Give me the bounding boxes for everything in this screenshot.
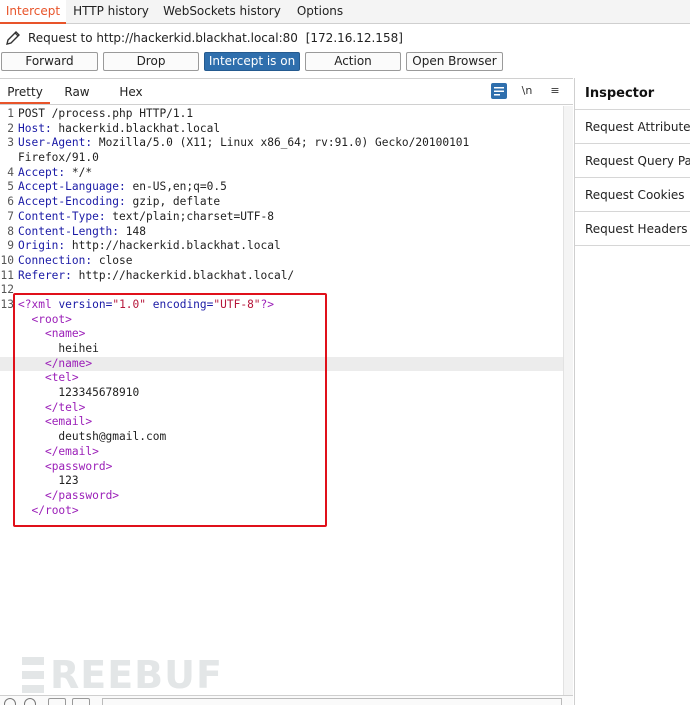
inspector-panel: Inspector Request Attributes Request Que… bbox=[574, 78, 690, 705]
line-content: Content-Type: text/plain;charset=UTF-8 bbox=[18, 209, 274, 223]
line-content: Firefox/91.0 bbox=[18, 151, 99, 165]
request-url: Request to http://hackerkid.blackhat.loc… bbox=[28, 31, 298, 45]
tab-hex[interactable]: Hex bbox=[106, 80, 156, 104]
line-content: Accept-Encoding: gzip, deflate bbox=[18, 195, 221, 209]
line-number: 4 bbox=[7, 165, 14, 179]
line-number: 9 bbox=[7, 239, 14, 253]
previous-match-button[interactable] bbox=[48, 698, 66, 705]
tab-websockets-history[interactable]: WebSockets history bbox=[156, 0, 288, 24]
line-number: 6 bbox=[7, 195, 14, 209]
intercept-toggle-button[interactable]: Intercept is on bbox=[204, 52, 300, 71]
editor-scrollbar[interactable] bbox=[563, 106, 573, 695]
forward-button[interactable]: Forward bbox=[1, 52, 98, 71]
editor-icons: \n ≡ bbox=[491, 83, 563, 99]
code-line: Firefox/91.0 bbox=[0, 151, 563, 166]
menu-icon[interactable]: ≡ bbox=[547, 83, 563, 99]
code-line: 4 Accept: */* bbox=[0, 166, 563, 181]
code-line: 1 POST /process.php HTTP/1.1 bbox=[0, 107, 563, 122]
code-line: 10 Connection: close bbox=[0, 254, 563, 269]
code-line: 7 Content-Type: text/plain;charset=UTF-8 bbox=[0, 210, 563, 225]
line-number: 12 bbox=[0, 283, 14, 297]
inspector-request-attributes[interactable]: Request Attributes bbox=[575, 110, 690, 144]
request-target: Request to http://hackerkid.blackhat.loc… bbox=[28, 31, 403, 45]
inspector-request-cookies[interactable]: Request Cookies bbox=[575, 178, 690, 212]
inspector-request-headers[interactable]: Request Headers bbox=[575, 212, 690, 246]
line-content: Host: hackerkid.blackhat.local bbox=[18, 121, 221, 135]
line-content: Accept-Language: en-US,en;q=0.5 bbox=[18, 180, 227, 194]
line-number: 10 bbox=[0, 253, 14, 267]
code-line: 11 Referer: http://hackerkid.blackhat.loc… bbox=[0, 269, 563, 284]
tab-pretty[interactable]: Pretty bbox=[0, 80, 50, 104]
line-content: Content-Length: 148 bbox=[18, 224, 146, 238]
code-line: 8 Content-Length: 148 bbox=[0, 225, 563, 240]
line-content: Accept: */* bbox=[18, 165, 93, 179]
line-content: Connection: close bbox=[18, 253, 133, 267]
open-browser-button[interactable]: Open Browser bbox=[406, 52, 503, 71]
editor-bottom-bar bbox=[0, 695, 573, 705]
code-line: 3 User-Agent: Mozilla/5.0 (X11; Linux x86… bbox=[0, 136, 563, 151]
inspector-title: Inspector bbox=[575, 78, 690, 110]
code-line: 5 Accept-Language: en-US,en;q=0.5 bbox=[0, 180, 563, 195]
line-number: 3 bbox=[7, 136, 14, 150]
watermark-text: REEBUF bbox=[50, 653, 223, 697]
line-number: 11 bbox=[0, 268, 14, 282]
line-content: Referer: http://hackerkid.blackhat.local… bbox=[18, 268, 295, 282]
newline-toggle-icon[interactable]: \n bbox=[519, 83, 535, 99]
line-number: 2 bbox=[7, 121, 14, 135]
line-number: 1 bbox=[7, 107, 14, 120]
line-number: 8 bbox=[7, 224, 14, 238]
line-content: POST /process.php HTTP/1.1 bbox=[18, 107, 194, 120]
code-line: 9 Origin: http://hackerkid.blackhat.local bbox=[0, 239, 563, 254]
request-bar: Request to http://hackerkid.blackhat.loc… bbox=[0, 26, 403, 50]
action-button[interactable]: Action bbox=[305, 52, 401, 71]
drop-button[interactable]: Drop bbox=[103, 52, 199, 71]
help-icon[interactable] bbox=[4, 698, 16, 705]
code-line: 6 Accept-Encoding: gzip, deflate bbox=[0, 195, 563, 210]
line-content: Origin: http://hackerkid.blackhat.local bbox=[18, 239, 281, 253]
settings-icon[interactable] bbox=[24, 698, 36, 705]
tab-http-history[interactable]: HTTP history bbox=[66, 0, 156, 24]
freebuf-logo-icon bbox=[22, 657, 44, 693]
line-content: User-Agent: Mozilla/5.0 (X11; Linux x86_… bbox=[18, 136, 470, 150]
next-match-button[interactable] bbox=[72, 698, 90, 705]
wrap-lines-icon[interactable] bbox=[491, 83, 507, 99]
search-input[interactable] bbox=[102, 698, 562, 705]
inspector-request-query-parameters[interactable]: Request Query Parameters bbox=[575, 144, 690, 178]
pencil-icon[interactable] bbox=[4, 29, 22, 47]
tab-options[interactable]: Options bbox=[288, 0, 352, 24]
editor-view-tabs: Pretty Raw Hex \n ≡ bbox=[0, 79, 573, 105]
line-number: 7 bbox=[7, 209, 14, 223]
line-number: 5 bbox=[7, 180, 14, 194]
tab-raw[interactable]: Raw bbox=[52, 80, 102, 104]
line-number: 13 bbox=[0, 297, 14, 311]
tab-intercept[interactable]: Intercept bbox=[0, 0, 66, 24]
main-tabs: Intercept HTTP history WebSockets histor… bbox=[0, 0, 690, 24]
highlight-box-xml-body bbox=[13, 293, 327, 527]
code-line: 2 Host: hackerkid.blackhat.local bbox=[0, 122, 563, 137]
request-ip: [172.16.12.158] bbox=[305, 31, 403, 45]
freebuf-watermark: REEBUF bbox=[22, 653, 223, 697]
